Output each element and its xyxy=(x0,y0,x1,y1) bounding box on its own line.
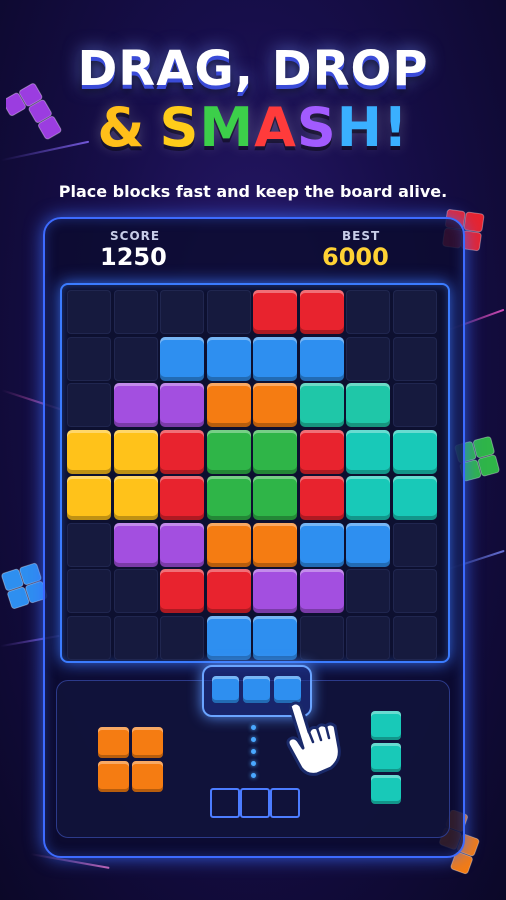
empty-cell[interactable] xyxy=(113,336,158,381)
block-cell[interactable] xyxy=(160,476,204,520)
empty-cell[interactable] xyxy=(206,290,251,334)
block-cell[interactable] xyxy=(392,476,437,520)
best-label: BEST xyxy=(342,229,381,243)
block-cell[interactable] xyxy=(206,615,251,660)
empty-cell[interactable] xyxy=(113,615,158,660)
empty-cell[interactable] xyxy=(67,383,111,427)
headline-letter: S xyxy=(296,96,337,159)
best-value: 6000 xyxy=(322,243,389,271)
headline-letter: M xyxy=(199,96,255,159)
headline: DRAG, DROP & SMASH! xyxy=(0,40,506,158)
block-cell[interactable] xyxy=(299,476,344,520)
block-cell[interactable] xyxy=(346,429,390,474)
headline-line1: DRAG, DROP xyxy=(77,41,429,97)
block-cell[interactable] xyxy=(113,522,158,567)
block-cell[interactable] xyxy=(253,476,297,520)
block-cell[interactable] xyxy=(253,336,297,381)
empty-cell[interactable] xyxy=(67,569,111,613)
pointing-hand-icon xyxy=(286,701,341,776)
block-cell[interactable] xyxy=(253,383,297,427)
block-cell[interactable] xyxy=(299,522,344,567)
block-cell[interactable] xyxy=(160,569,204,613)
block-cell[interactable] xyxy=(113,476,158,520)
empty-cell[interactable] xyxy=(67,522,111,567)
empty-cell[interactable] xyxy=(346,336,390,381)
game-board[interactable] xyxy=(60,283,450,663)
score-value: 1250 xyxy=(100,243,167,271)
block-cell[interactable] xyxy=(113,429,158,474)
block-cell[interactable] xyxy=(160,522,204,567)
block-cell[interactable] xyxy=(253,615,297,660)
block-cell[interactable] xyxy=(346,522,390,567)
empty-cell[interactable] xyxy=(346,615,390,660)
tagline: Place blocks fast and keep the board ali… xyxy=(58,182,448,201)
block-cell[interactable] xyxy=(299,569,344,613)
block-cell[interactable] xyxy=(299,336,344,381)
empty-cell[interactable] xyxy=(392,569,437,613)
block-cell[interactable] xyxy=(346,383,390,427)
empty-cell[interactable] xyxy=(67,336,111,381)
block-cell[interactable] xyxy=(206,336,251,381)
block-cell[interactable] xyxy=(67,429,111,474)
block-cell[interactable] xyxy=(253,429,297,474)
block-cell[interactable] xyxy=(113,383,158,427)
empty-cell[interactable] xyxy=(392,615,437,660)
block-cell[interactable] xyxy=(253,522,297,567)
block-cell[interactable] xyxy=(206,476,251,520)
headline-line2: & SMASH! xyxy=(0,98,506,158)
empty-cell[interactable] xyxy=(113,290,158,334)
headline-letter: H xyxy=(336,96,383,159)
teal-line-piece[interactable] xyxy=(371,711,403,805)
empty-cell[interactable] xyxy=(392,336,437,381)
empty-cell[interactable] xyxy=(67,290,111,334)
block-cell[interactable] xyxy=(346,476,390,520)
empty-cell[interactable] xyxy=(67,615,111,660)
headline-letter: A xyxy=(254,96,297,159)
block-cell[interactable] xyxy=(206,522,251,567)
headline-letter: S xyxy=(159,96,200,159)
block-cell[interactable] xyxy=(253,569,297,613)
score-label: SCORE xyxy=(110,229,161,243)
block-cell[interactable] xyxy=(299,290,344,334)
block-cell[interactable] xyxy=(299,429,344,474)
empty-cell[interactable] xyxy=(160,290,204,334)
block-cell[interactable] xyxy=(253,290,297,334)
block-cell[interactable] xyxy=(392,429,437,474)
block-cell[interactable] xyxy=(299,383,344,427)
ampersand: & xyxy=(97,96,146,159)
empty-cell[interactable] xyxy=(346,569,390,613)
block-cell[interactable] xyxy=(160,429,204,474)
smash-word: SMASH! xyxy=(159,98,408,158)
block-cell[interactable] xyxy=(67,476,111,520)
empty-cell[interactable] xyxy=(392,522,437,567)
block-cell[interactable] xyxy=(206,569,251,613)
block-cell[interactable] xyxy=(206,383,251,427)
block-cell[interactable] xyxy=(160,383,204,427)
empty-cell[interactable] xyxy=(392,290,437,334)
block-cell[interactable] xyxy=(160,336,204,381)
headline-letter: ! xyxy=(383,96,409,159)
empty-cell[interactable] xyxy=(299,615,344,660)
empty-cell[interactable] xyxy=(113,569,158,613)
block-cell[interactable] xyxy=(206,429,251,474)
empty-cell[interactable] xyxy=(392,383,437,427)
orange-square-piece[interactable] xyxy=(98,727,164,793)
empty-cell[interactable] xyxy=(346,290,390,334)
empty-cell[interactable] xyxy=(160,615,204,660)
